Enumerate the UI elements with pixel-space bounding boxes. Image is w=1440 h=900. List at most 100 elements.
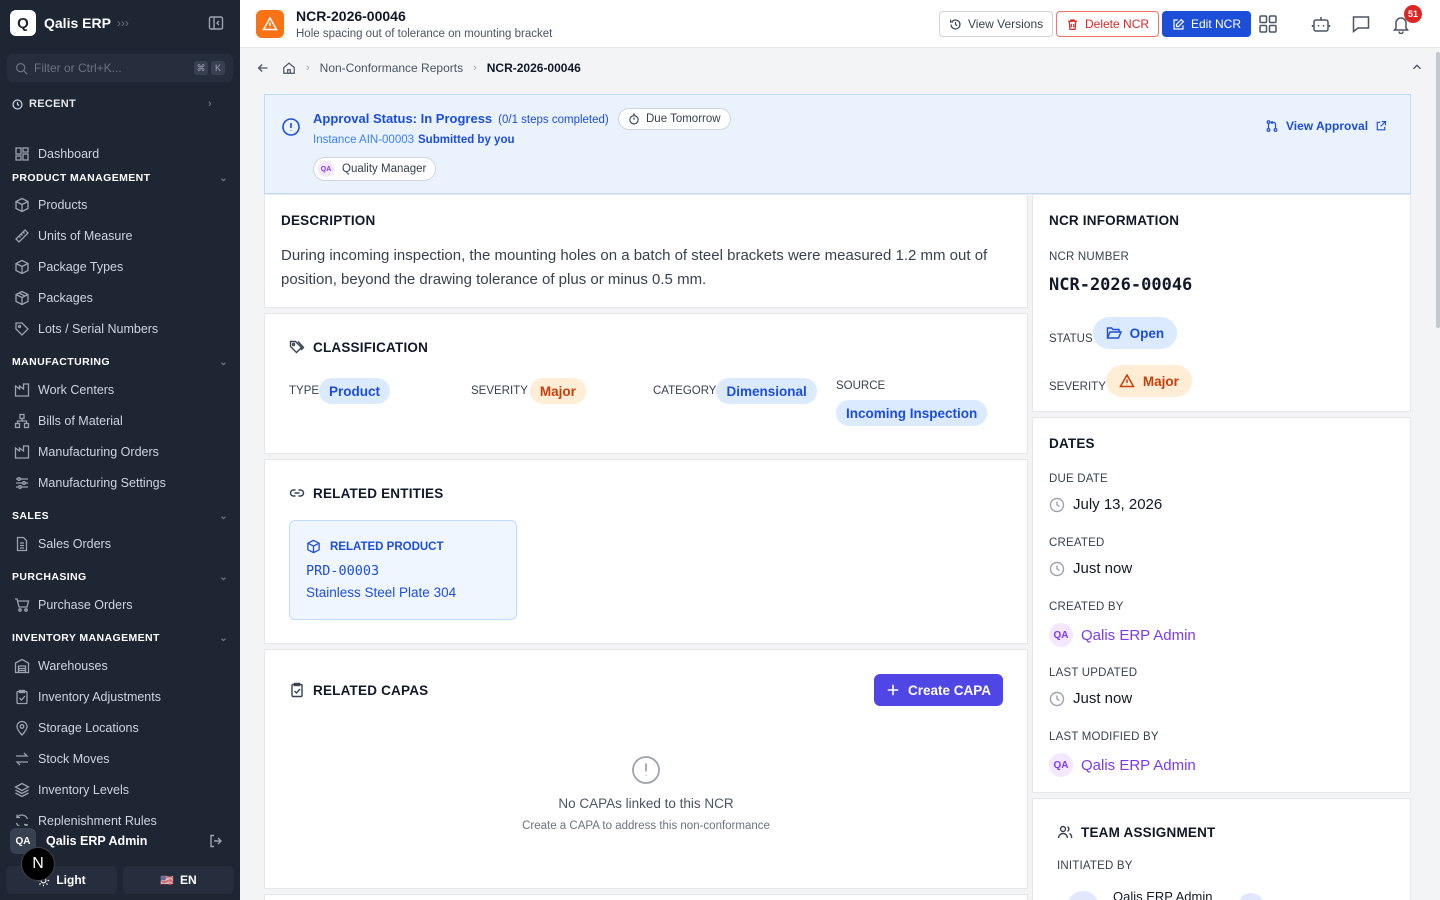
dates-card: DATES DUE DATE July 13, 2026 CREATED Jus… [1032,417,1411,793]
ncr-severity-field: SEVERITY Major [1049,365,1192,397]
sidebar-item-purchase-orders[interactable]: Purchase Orders [0,589,240,620]
map-pin-icon [16,720,28,736]
created-by[interactable]: QA Qalis ERP Admin [1049,623,1196,647]
sidebar-item-storage-locations[interactable]: Storage Locations [0,712,240,743]
sidebar-item-label: Packages [38,290,93,305]
chevron-up-icon[interactable] [1410,60,1424,74]
main-content: NCR-2026-00046 Hole spacing out of toler… [240,0,1440,900]
sidebar-item-work-centers[interactable]: Work Centers [0,374,240,405]
sidebar-item-lots-serial-numbers[interactable]: Lots / Serial Numbers [0,313,240,344]
due-badge: Due Tomorrow [618,108,731,130]
edit-ncr-button[interactable]: Edit NCR [1162,11,1252,37]
last-modified-by[interactable]: QA Qalis ERP Admin [1049,753,1196,777]
language-select[interactable]: 🇺🇸 EN [123,866,234,894]
create-capa-button[interactable]: Create CAPA [874,674,1003,706]
section-inventory-management[interactable]: INVENTORY MANAGEMENT ⌄ [0,620,240,650]
external-link-icon [1376,120,1387,131]
created-value: Just now [1073,560,1133,577]
due-date-label: DUE DATE [1049,473,1108,485]
page-title: NCR-2026-00046 [296,8,406,24]
sidebar-item-inventory-levels[interactable]: Inventory Levels [0,774,240,805]
severity-field: SEVERITY Major [471,378,586,404]
factory-icon [14,382,30,397]
related-product-label: RELATED PRODUCT [306,539,444,554]
next-dev-badge[interactable]: N [21,847,55,881]
warning-icon [256,10,284,38]
section-purchasing[interactable]: PURCHASING ⌄ [0,559,240,589]
sidebar-item-label: Lots / Serial Numbers [38,321,159,336]
create-capa-label: Create CAPA [907,682,992,698]
view-versions-button[interactable]: View Versions [939,11,1054,37]
sidebar-item-bills-of-material[interactable]: Bills of Material [0,405,240,436]
avatar: QA [1049,623,1073,647]
sidebar-item-packages[interactable]: Packages [0,282,240,313]
view-approval-link[interactable]: View Approval [1265,119,1387,133]
recent-toggle[interactable]: RECENT › [12,98,212,110]
back-arrow-icon[interactable] [256,61,270,75]
empty-subtitle: Create a CAPA to address this non-confor… [522,820,770,832]
ncr-number-label: NCR NUMBER [1049,251,1129,263]
chevron-right-icon: › [473,62,477,74]
status-field: STATUS Open [1049,317,1178,349]
view-versions-label: View Versions [968,17,1044,31]
section-title: MANUFACTURING [12,356,110,368]
chat-icon[interactable] [1351,14,1371,34]
flag-icon: 🇺🇸 [160,874,175,887]
layers-icon [14,782,30,797]
section-sales[interactable]: SALES ⌄ [0,498,240,528]
brand-logo: Q [10,10,36,36]
warehouse-icon [14,658,30,673]
scrollbar-thumb[interactable] [1436,52,1440,328]
user-name: Qalis ERP Admin [46,834,148,848]
logout-icon[interactable] [208,833,224,849]
sidebar-item-label: Dashboard [38,146,100,161]
sidebar-collapse-icon[interactable] [208,15,224,31]
chevron-down-icon: ⌄ [219,632,228,644]
sidebar-item-products[interactable]: Products [0,189,240,220]
home-icon[interactable] [282,61,296,75]
description-card: DESCRIPTION During incoming inspection, … [264,194,1028,308]
sidebar-item-stock-moves[interactable]: Stock Moves [0,743,240,774]
related-product-name[interactable]: Stainless Steel Plate 304 [306,585,456,600]
bot-icon[interactable] [1311,14,1331,34]
sidebar-item-units-of-measure[interactable]: Units of Measure [0,220,240,251]
warning-icon [1119,373,1135,388]
recent-label: RECENT [29,98,77,110]
brand[interactable]: Q Qalis ERP ››› [10,10,129,36]
link-icon [289,489,305,497]
related-product-code[interactable]: PRD-00003 [306,563,379,579]
search-input[interactable]: Filter or Ctrl+K... [34,61,191,75]
sidebar-item-label: Manufacturing Orders [38,444,159,459]
severity-badge: Major [529,378,586,404]
section-manufacturing[interactable]: MANUFACTURING ⌄ [0,344,240,374]
sidebar-item-dashboard[interactable]: Dashboard [0,138,240,169]
breadcrumb-section[interactable]: Non-Conformance Reports [320,61,463,75]
git-pull-request-icon [1266,120,1278,132]
sidebar-item-warehouses[interactable]: Warehouses [0,650,240,681]
approval-banner: Approval Status: In Progress (0/1 steps c… [264,94,1411,194]
brand-name: Qalis ERP [44,15,111,31]
field-label: SOURCE [836,380,886,392]
chevron-down-icon: ⌄ [219,510,228,522]
sidebar-item-inventory-adjustments[interactable]: Inventory Adjustments [0,681,240,712]
sidebar-item-sales-orders[interactable]: Sales Orders [0,528,240,559]
cube-icon [15,259,29,274]
related-product-card[interactable]: RELATED PRODUCT PRD-00003 Stainless Stee… [289,520,517,620]
kbd-k: K [211,61,225,75]
clock-icon [1049,561,1065,576]
section-product-management[interactable]: PRODUCT MANAGEMENT ⌄ [0,169,240,187]
sidebar-item-label: Sales Orders [38,536,111,551]
source-badge: Incoming Inspection [836,400,988,426]
ruler-icon [15,228,29,243]
field-label: CATEGORY [653,385,717,397]
apps-grid-icon[interactable] [1258,14,1278,34]
delete-ncr-button[interactable]: Delete NCR [1056,11,1160,37]
sidebar-search[interactable]: Filter or Ctrl+K... ⌘ K [7,54,233,82]
sidebar-item-manufacturing-settings[interactable]: Manufacturing Settings [0,467,240,498]
next-card-edge [264,894,1028,900]
sidebar-item-manufacturing-orders[interactable]: Manufacturing Orders [0,436,240,467]
sidebar-item-package-types[interactable]: Package Types [0,251,240,282]
approver-role-chip: QA Quality Manager [313,157,437,181]
initiated-by[interactable]: Qalis ERP Admin [1113,889,1212,900]
card-title: DATES [1049,436,1095,451]
